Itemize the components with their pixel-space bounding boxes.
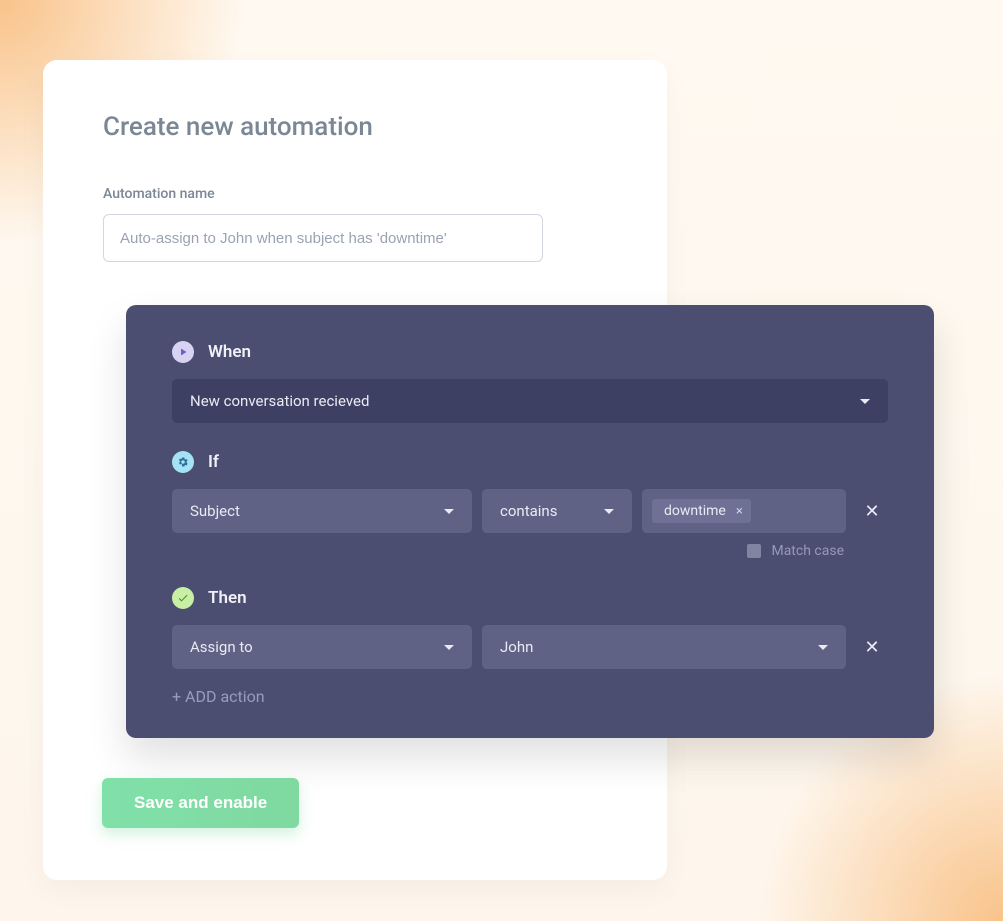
chevron-down-icon	[818, 645, 828, 650]
chevron-down-icon	[444, 509, 454, 514]
when-trigger-select[interactable]: New conversation recieved	[172, 379, 888, 423]
remove-action-button[interactable]: ✕	[856, 637, 888, 658]
then-label: Then	[208, 588, 247, 608]
match-case-checkbox[interactable]	[747, 544, 761, 558]
then-action-value: Assign to	[190, 638, 253, 656]
if-header: If	[172, 451, 888, 473]
if-value-text: downtime	[664, 503, 726, 519]
close-icon[interactable]: ×	[736, 505, 743, 518]
page-title: Create new automation	[103, 112, 607, 142]
if-operator-select[interactable]: contains	[482, 489, 632, 533]
play-icon	[172, 341, 194, 363]
remove-condition-button[interactable]: ✕	[856, 501, 888, 522]
add-action-button[interactable]: + ADD action	[172, 687, 888, 706]
if-value-tag: downtime ×	[652, 499, 751, 523]
match-case-label: Match case	[771, 543, 844, 559]
then-target-select[interactable]: John	[482, 625, 846, 669]
when-trigger-value: New conversation recieved	[190, 392, 369, 410]
if-field-select[interactable]: Subject	[172, 489, 472, 533]
automation-name-input[interactable]	[103, 214, 543, 262]
when-header: When	[172, 341, 888, 363]
gear-icon	[172, 451, 194, 473]
if-values-input[interactable]: downtime ×	[642, 489, 846, 533]
check-icon	[172, 587, 194, 609]
if-field-value: Subject	[190, 502, 240, 520]
if-condition-row: Subject contains downtime × ✕	[172, 489, 888, 533]
then-header: Then	[172, 587, 888, 609]
name-field-label: Automation name	[103, 186, 607, 202]
chevron-down-icon	[604, 509, 614, 514]
if-label: If	[208, 452, 219, 472]
when-label: When	[208, 342, 251, 362]
match-case-row: Match case	[172, 543, 888, 559]
then-action-row: Assign to John ✕	[172, 625, 888, 669]
then-action-select[interactable]: Assign to	[172, 625, 472, 669]
if-operator-value: contains	[500, 502, 557, 520]
save-enable-button[interactable]: Save and enable	[102, 778, 299, 828]
then-target-value: John	[500, 638, 533, 656]
chevron-down-icon	[860, 399, 870, 404]
chevron-down-icon	[444, 645, 454, 650]
rules-panel: When New conversation recieved If Subjec…	[126, 305, 934, 738]
